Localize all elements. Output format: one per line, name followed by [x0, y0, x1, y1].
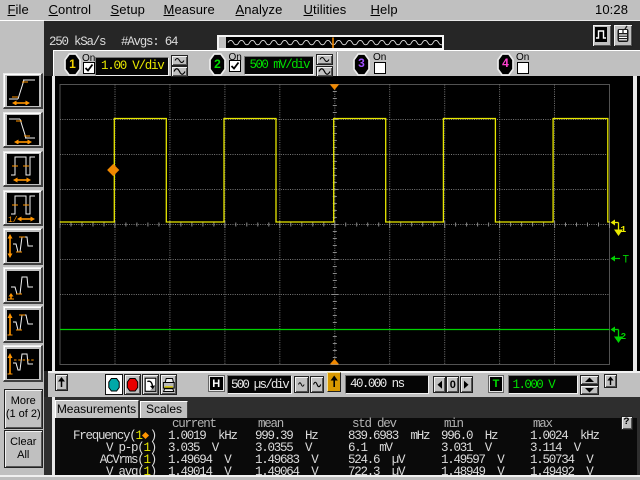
svg-text:T: T [623, 255, 630, 267]
svg-text:2: 2 [621, 331, 627, 342]
svg-text:1/: 1/ [8, 216, 18, 222]
svg-text:1: 1 [621, 224, 627, 235]
